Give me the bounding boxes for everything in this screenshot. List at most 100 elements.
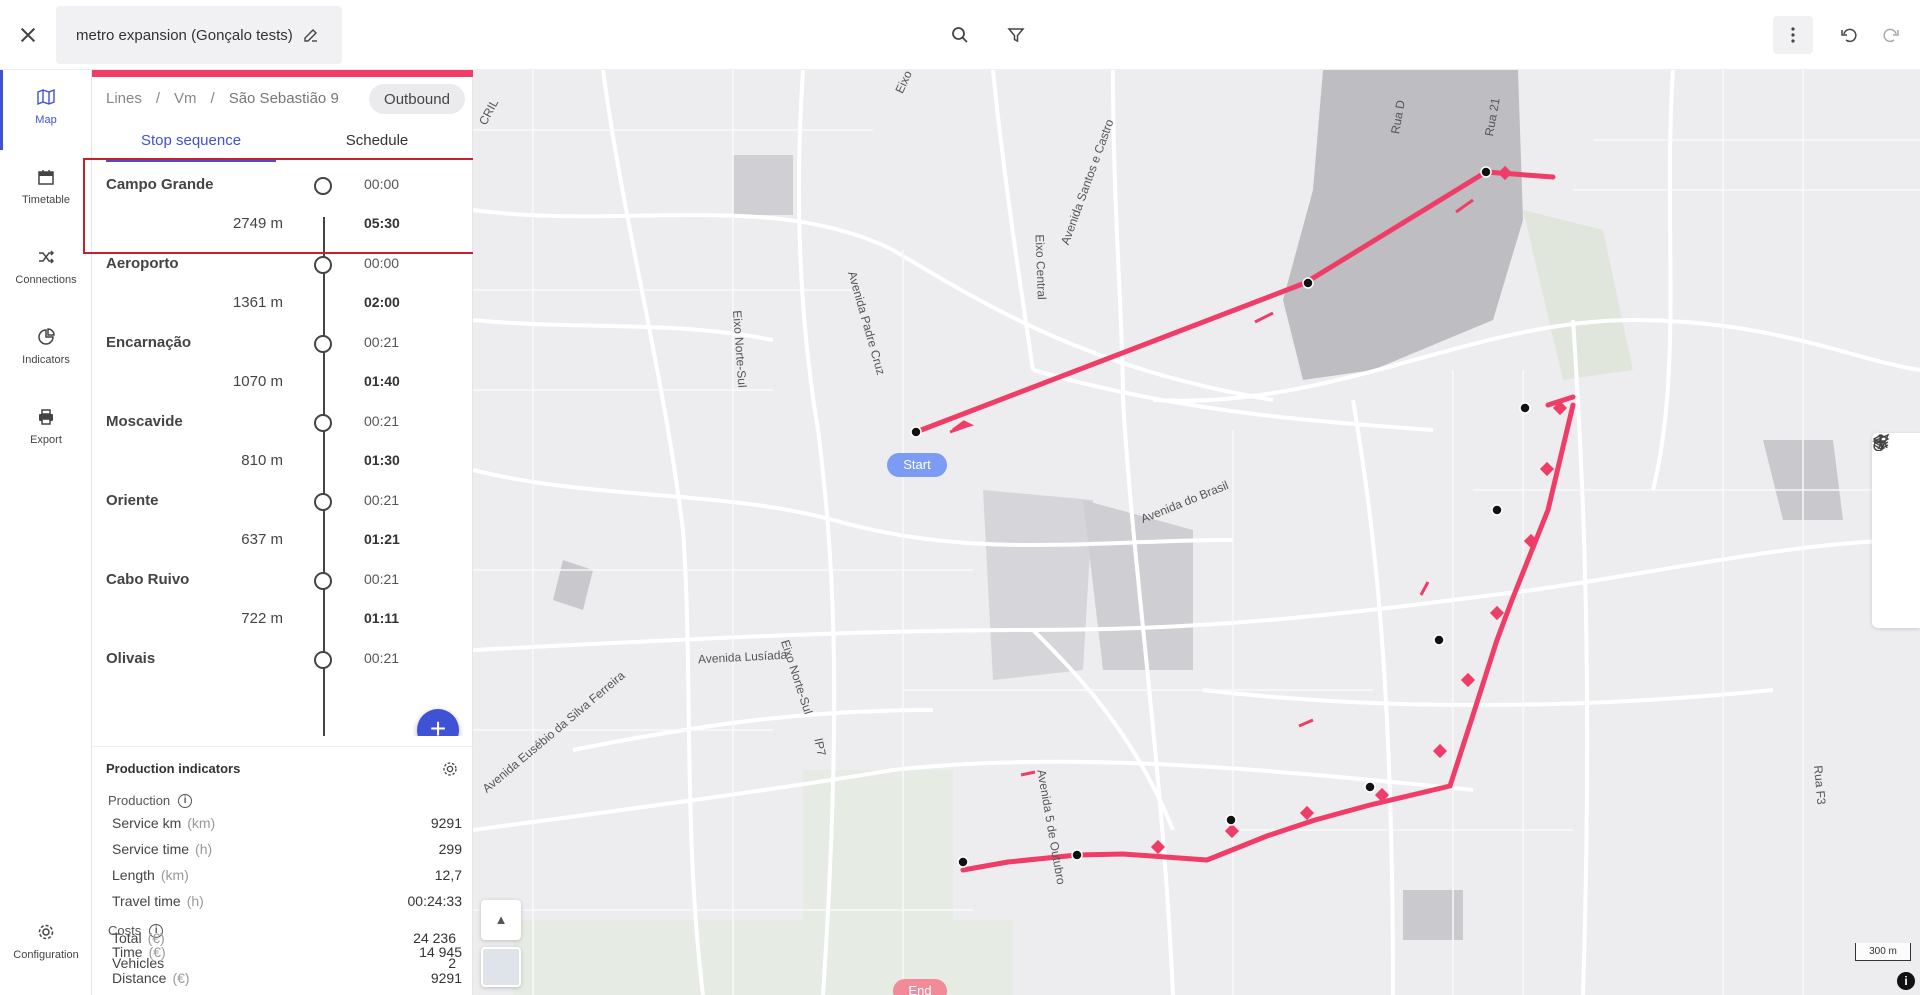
project-title: metro expansion (Gonçalo tests): [76, 26, 293, 44]
nav-label-timetable: Timetable: [22, 194, 70, 206]
search-icon[interactable]: [948, 23, 972, 47]
stop-row[interactable]: Campo Grande 2749 m 00:00 05:30: [92, 162, 473, 241]
cost-unit: (€): [172, 970, 190, 986]
shuffle-icon: [39, 250, 55, 264]
basemap-toggle[interactable]: [481, 947, 521, 987]
indicator-value: 299: [438, 841, 462, 857]
pedestrian-icon[interactable]: [1872, 434, 1920, 625]
stop-row[interactable]: Oriente 637 m 00:21 01:21: [92, 478, 473, 557]
nav-item-connections[interactable]: Connections: [0, 230, 92, 310]
project-title-box[interactable]: metro expansion (Gonçalo tests): [56, 6, 342, 64]
gear-icon: [38, 924, 54, 940]
navigation-icon[interactable]: [1872, 433, 1920, 529]
calendar-icon: [38, 170, 54, 185]
top-bar: metro expansion (Gonçalo tests): [0, 0, 1920, 70]
stop-distance: 1361 m: [232, 294, 283, 311]
stop-row[interactable]: Moscavide 810 m 00:21 01:30: [92, 399, 473, 478]
cost-label: Total: [112, 930, 142, 946]
production-section-title: Production i: [108, 793, 193, 808]
stop-row[interactable]: Cabo Ruivo 722 m 00:21 01:11: [92, 557, 473, 636]
breadcrumb: Lines / Vm / São Sebastião 9: [106, 90, 339, 107]
stop-dwell-time: 00:21: [364, 492, 400, 508]
stop-marker: [314, 335, 332, 353]
printer-icon: [39, 409, 53, 425]
cost-value: 24 236: [413, 930, 456, 946]
compass-button[interactable]: ▲: [481, 900, 521, 940]
redo-icon[interactable]: [1879, 23, 1903, 47]
nav-item-map[interactable]: Map: [0, 70, 92, 150]
nav-item-timetable[interactable]: Timetable: [0, 150, 92, 230]
map-view[interactable]: Avenida Padre Cruz Eixo Norte-Sul Eixo C…: [473, 70, 1920, 995]
breadcrumb-route: São Sebastião 9: [228, 90, 339, 107]
cost-row: Vehicles 2: [112, 955, 456, 971]
indicator-label: Service time: [112, 841, 190, 857]
stop-name: Oriente: [106, 492, 159, 509]
undo-icon[interactable]: [1837, 23, 1861, 47]
stop-dwell-time: 00:21: [364, 334, 400, 350]
stop-distance: 637 m: [241, 531, 283, 548]
left-nav: Map Timetable Connections Indicators Exp…: [0, 70, 92, 995]
nav-item-indicators[interactable]: Indicators: [0, 310, 92, 390]
end-label: End: [893, 979, 947, 995]
cost-row: Distance (€) 9291: [112, 970, 462, 986]
stop-name: Aeroporto: [106, 255, 179, 272]
nav-label-configuration: Configuration: [13, 949, 79, 961]
cost-label: Distance: [112, 970, 167, 986]
accessibility-icon[interactable]: [1872, 434, 1920, 577]
nav-item-export[interactable]: Export: [0, 390, 92, 470]
indicator-label: Length: [112, 867, 155, 883]
direction-badge[interactable]: Outbound: [369, 84, 465, 114]
cost-value: 2: [448, 955, 456, 971]
chart-icon: [38, 328, 55, 345]
indicator-label: Service km: [112, 815, 182, 831]
production-section-label: Production: [108, 793, 171, 808]
stop-name: Olivais: [106, 650, 156, 667]
breadcrumb-lines[interactable]: Lines: [106, 90, 142, 107]
indicator-label: Travel time: [112, 893, 181, 909]
indicator-value: 12,7: [434, 867, 462, 883]
stop-name: Campo Grande: [106, 176, 214, 193]
nav-label-map: Map: [35, 114, 57, 126]
cost-unit: (€): [147, 930, 165, 946]
gear-icon[interactable]: [442, 761, 458, 777]
nav-item-configuration[interactable]: Configuration: [0, 915, 92, 995]
nav-label-indicators: Indicators: [22, 354, 70, 366]
map-canvas[interactable]: [473, 70, 1920, 995]
stop-distance: 2749 m: [232, 215, 283, 232]
stop-travel-time: 01:11: [364, 610, 400, 626]
indicator-unit: (h): [186, 893, 204, 909]
stop-row[interactable]: Olivais 00:21: [92, 636, 473, 715]
stop-marker: [314, 256, 332, 274]
edit-icon[interactable]: [303, 27, 319, 43]
more-vertical-icon[interactable]: [1773, 16, 1813, 54]
street-label: Eixo Central: [1032, 234, 1049, 300]
stop-row[interactable]: Aeroporto 1361 m 00:00 02:00: [92, 241, 473, 320]
stop-marker: [314, 651, 332, 669]
close-icon[interactable]: [14, 21, 42, 49]
stop-name: Encarnação: [106, 334, 192, 351]
stop-dwell-time: 00:21: [364, 413, 400, 429]
indicator-value: 00:24:33: [407, 893, 463, 909]
stop-row[interactable]: Encarnação 1070 m 00:21 01:40: [92, 320, 473, 399]
info-icon[interactable]: i: [1897, 972, 1915, 990]
tab-schedule[interactable]: Schedule: [282, 126, 472, 162]
stop-travel-time: 01:21: [364, 531, 400, 547]
indicator-unit: (km): [160, 867, 189, 883]
stop-marker: [314, 177, 332, 195]
stop-dwell-time: 00:21: [364, 650, 400, 666]
indicator-row: Travel time (h) 00:24:33: [112, 893, 462, 909]
stop-sequence-list: Campo Grande 2749 m 00:00 05:30 Aeroport…: [92, 162, 473, 736]
stop-dwell-time: 00:00: [364, 255, 400, 271]
breadcrumb-line[interactable]: Vm: [174, 90, 197, 107]
tab-stop-sequence[interactable]: Stop sequence: [106, 126, 276, 162]
indicator-value: 9291: [430, 815, 462, 831]
stop-marker: [314, 572, 332, 590]
stop-distance: 1070 m: [232, 373, 283, 390]
stop-marker: [314, 493, 332, 511]
indicator-row: Service km (km) 9291: [112, 815, 462, 831]
filter-icon[interactable]: [1004, 23, 1028, 47]
stop-name: Cabo Ruivo: [106, 571, 190, 588]
scale-bar: 300 m: [1855, 943, 1911, 961]
start-label: Start: [887, 453, 947, 477]
info-icon[interactable]: i: [178, 793, 193, 808]
